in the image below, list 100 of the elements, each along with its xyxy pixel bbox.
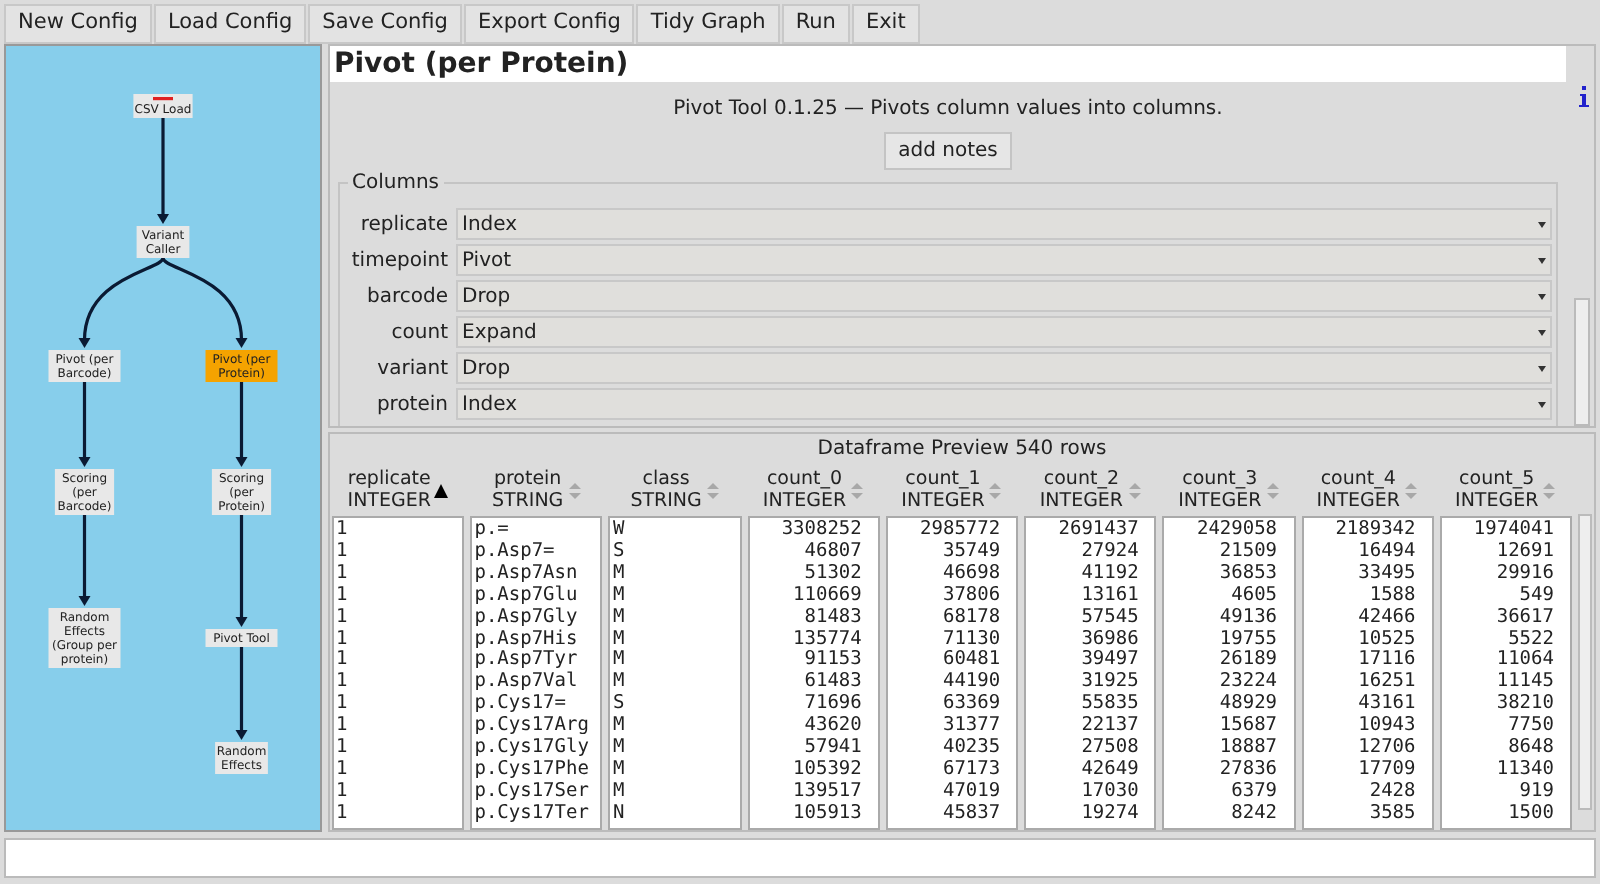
table-cell-text: 27924 bbox=[1079, 541, 1139, 564]
column-type: INTEGER bbox=[1455, 490, 1539, 512]
column-type: INTEGER bbox=[901, 490, 985, 512]
graph-edge-arrow bbox=[78, 515, 91, 606]
toolbar-button[interactable]: Save Config bbox=[308, 4, 462, 44]
sort-icon[interactable] bbox=[1403, 481, 1418, 499]
toolbar-button[interactable]: Run bbox=[781, 4, 850, 44]
table-cell-text: 38210 bbox=[1494, 694, 1554, 716]
table-cell-text: 31377 bbox=[940, 716, 1001, 738]
dropdown-caret-icon bbox=[1538, 329, 1546, 335]
table-cell-text: p.Asp7Glu bbox=[474, 585, 580, 607]
scrollbar[interactable] bbox=[1578, 514, 1592, 810]
column-name: count_5 bbox=[1457, 468, 1537, 490]
table-cell-text: 63369 bbox=[940, 694, 1001, 716]
graph-edge-arrow bbox=[78, 257, 165, 348]
table-cell-text: 11064 bbox=[1494, 650, 1554, 672]
table-cell-text: M bbox=[612, 650, 627, 672]
column-header[interactable]: replicate INTEGER bbox=[332, 464, 465, 516]
dropdown-caret-icon bbox=[1538, 257, 1546, 263]
column-name: protein bbox=[491, 468, 564, 490]
table-cell-text: 42649 bbox=[1079, 759, 1139, 782]
table-cell-text: 3585 bbox=[1367, 803, 1416, 826]
toolbar-button[interactable]: Tidy Graph bbox=[636, 4, 780, 44]
scrollbar[interactable] bbox=[1574, 298, 1590, 426]
sort-icon[interactable] bbox=[567, 481, 582, 499]
table-cell-text: 105392 bbox=[791, 759, 862, 782]
dropdown-value: Index bbox=[462, 391, 518, 419]
table-cell-text: 46807 bbox=[802, 541, 862, 564]
column-type: INTEGER bbox=[347, 490, 431, 512]
table-cell-text: 139517 bbox=[791, 781, 862, 804]
table-cell-text: 17030 bbox=[1079, 781, 1139, 804]
table-cell-text: p.Asp7Asn bbox=[474, 563, 580, 585]
table-cell-text: p.Cys17Gly bbox=[474, 738, 591, 759]
sort-icon[interactable] bbox=[1127, 481, 1142, 499]
sort-icon[interactable] bbox=[1542, 481, 1557, 499]
toolbar-button[interactable]: Load Config bbox=[153, 4, 307, 44]
dropdown[interactable]: Pivot bbox=[456, 244, 1552, 276]
table-cell-text: M bbox=[612, 607, 627, 630]
dropdown[interactable]: Drop bbox=[456, 280, 1552, 312]
table-cell-text: 549 bbox=[1517, 585, 1554, 608]
table-cell-text: 16251 bbox=[1356, 672, 1416, 694]
table-cell-text: 6379 bbox=[1229, 781, 1278, 804]
dropdown[interactable]: Index bbox=[456, 388, 1552, 420]
dropdown[interactable]: Index bbox=[456, 208, 1552, 240]
table-cell-text: 1 bbox=[336, 520, 350, 542]
column-name: count_2 bbox=[1041, 468, 1121, 490]
column-type: STRING bbox=[491, 490, 564, 512]
column-name: count_4 bbox=[1318, 468, 1398, 490]
column-header[interactable]: count_1 INTEGER bbox=[885, 464, 1019, 516]
table-cell-text: 10943 bbox=[1356, 716, 1416, 738]
sort-icon[interactable] bbox=[988, 481, 1003, 499]
column-header[interactable]: count_4 INTEGER bbox=[1301, 464, 1434, 516]
column-header[interactable]: class STRING bbox=[608, 464, 742, 516]
table-cell-text: p.Cys17= bbox=[474, 694, 568, 716]
table-cell-text: 81483 bbox=[802, 607, 862, 630]
table-cell-text: 48929 bbox=[1217, 694, 1278, 716]
node-title-field[interactable]: Pivot (per Protein) bbox=[330, 46, 1566, 82]
sort-icon[interactable] bbox=[850, 481, 865, 499]
table-cell-text: 2985772 bbox=[918, 520, 1001, 542]
table-cell-text: M bbox=[612, 716, 627, 738]
sort-ascending-icon[interactable] bbox=[434, 481, 449, 499]
add-notes-button[interactable]: add notes bbox=[884, 132, 1012, 170]
table-cell-text: 21509 bbox=[1217, 541, 1278, 564]
table-cell-text: 55835 bbox=[1079, 694, 1139, 716]
column-header[interactable]: count_2 INTEGER bbox=[1024, 464, 1157, 516]
field-label: protein bbox=[374, 391, 450, 419]
table-cell-text: 3308252 bbox=[779, 520, 862, 542]
toolbar-button[interactable]: Export Config bbox=[463, 4, 635, 44]
tool-description: Pivot Tool 0.1.25 — Pivots column values into columns. bbox=[671, 96, 1225, 124]
console-field[interactable] bbox=[4, 838, 1596, 878]
dropdown[interactable]: Expand bbox=[456, 316, 1552, 348]
table-cell-text: 46698 bbox=[940, 563, 1001, 586]
table-cell-text: 11145 bbox=[1494, 672, 1554, 694]
sort-icon[interactable] bbox=[1265, 481, 1280, 499]
info-icon[interactable] bbox=[1578, 86, 1590, 108]
table-cell-text: 43161 bbox=[1356, 694, 1416, 716]
table-cell-text: 110669 bbox=[791, 585, 862, 608]
dropdown-value: Drop bbox=[462, 283, 511, 311]
table-cell-text: 13161 bbox=[1079, 585, 1139, 608]
table-cell-text: 105913 bbox=[791, 803, 862, 826]
table-cell-text: 1 bbox=[336, 759, 350, 782]
dropdown-value: Expand bbox=[462, 319, 537, 347]
table-cell-text: 4605 bbox=[1229, 585, 1278, 608]
dropdown[interactable]: Drop bbox=[456, 352, 1552, 384]
table-cell-text: 1 bbox=[336, 738, 350, 760]
table-cell-text: 8242 bbox=[1229, 803, 1278, 826]
toolbar-button[interactable]: Exit bbox=[851, 4, 920, 44]
column-header[interactable]: count_0 INTEGER bbox=[747, 464, 880, 516]
column-header[interactable]: count_3 INTEGER bbox=[1162, 464, 1296, 516]
sort-icon[interactable] bbox=[705, 481, 720, 499]
table-cell-text: 2691437 bbox=[1056, 520, 1139, 542]
column-type: INTEGER bbox=[1178, 490, 1262, 512]
table-cell-text: p.Asp7Val bbox=[474, 672, 580, 694]
column-header[interactable]: protein STRING bbox=[470, 464, 603, 516]
toolbar-button[interactable]: New Config bbox=[4, 4, 152, 44]
column-header[interactable]: count_5 INTEGER bbox=[1439, 464, 1572, 516]
table-cell-text: S bbox=[612, 694, 627, 716]
table-cell-text: 61483 bbox=[802, 672, 862, 694]
table-cell-text: 17709 bbox=[1356, 759, 1416, 782]
table-cell-text: 23224 bbox=[1217, 672, 1278, 694]
